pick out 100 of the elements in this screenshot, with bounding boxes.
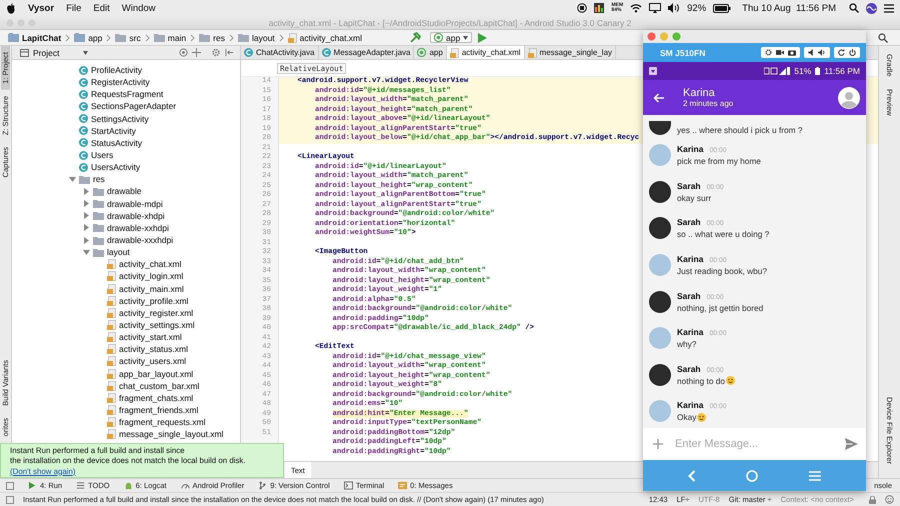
collapsed-arrow-icon[interactable] xyxy=(82,188,90,195)
tree-item[interactable]: StatusActivity xyxy=(91,138,142,148)
battery-icon[interactable] xyxy=(713,4,732,12)
tree-item[interactable]: RequestsFragment xyxy=(91,89,164,100)
back-arrow-icon[interactable] xyxy=(653,92,664,102)
power-icon[interactable] xyxy=(849,49,856,56)
collapsed-arrow-icon[interactable] xyxy=(82,224,90,232)
display-icon[interactable] xyxy=(649,3,662,13)
home-icon[interactable] xyxy=(746,470,758,482)
breadcrumb-item[interactable]: src xyxy=(129,32,141,42)
tree-item[interactable]: activity_settings.xml xyxy=(119,320,195,330)
tree-item[interactable]: drawable-xhdpi xyxy=(107,210,165,221)
tree-item[interactable]: fragment_friends.xml xyxy=(119,405,198,415)
tree-item[interactable]: drawable-mdpi xyxy=(107,198,163,209)
target-icon[interactable] xyxy=(179,48,188,57)
xml-file-icon xyxy=(107,405,116,415)
tree-item[interactable]: activity_status.xml xyxy=(119,344,188,354)
tree-item[interactable]: message_single_layout.xml xyxy=(119,429,224,440)
window-title: activity_chat.xml - LapitChat - [~/AndroidStudioProjects/LapitChat] - Android Studio 3.0 Canary 2 xyxy=(268,18,632,28)
caret-icon[interactable] xyxy=(83,50,88,54)
hammer-icon[interactable] xyxy=(410,32,422,43)
device-name: SM J510FN xyxy=(660,48,706,58)
panel-title[interactable]: Project xyxy=(33,48,60,58)
tree-item[interactable]: activity_profile.xml xyxy=(119,296,188,306)
menu-item[interactable]: Window xyxy=(122,2,156,14)
tree-item[interactable]: Users xyxy=(91,150,114,160)
back-icon[interactable] xyxy=(688,470,696,482)
breadcrumb-item[interactable]: main xyxy=(168,32,186,42)
tree-item[interactable]: activity_login.xml xyxy=(119,271,184,282)
collapse-icon[interactable] xyxy=(225,48,234,57)
camera-icon[interactable] xyxy=(788,49,796,56)
plus-icon[interactable] xyxy=(653,439,663,449)
breadcrumb-item[interactable]: app xyxy=(88,32,102,42)
tree-item[interactable]: app_bar_layout.xml xyxy=(119,368,194,379)
volume-up-icon[interactable] xyxy=(818,49,826,56)
expanded-arrow-icon[interactable] xyxy=(82,248,90,256)
tree-item[interactable]: drawable-xxxhdpi xyxy=(107,235,174,246)
menu-item[interactable]: Edit xyxy=(93,2,110,14)
record-icon[interactable] xyxy=(577,3,588,13)
chevron-icon xyxy=(228,34,234,42)
search-icon[interactable] xyxy=(849,3,859,13)
tree-item[interactable]: layout xyxy=(107,247,130,258)
window-controls-icon[interactable] xyxy=(647,32,681,41)
gear-icon[interactable] xyxy=(765,49,772,56)
tree-item[interactable]: StartActivity xyxy=(91,126,136,136)
tree-item[interactable]: drawable-xxhdpi xyxy=(107,222,169,233)
tree-item[interactable]: fragment_chats.xml xyxy=(119,392,194,403)
xml-file-icon xyxy=(107,271,116,282)
tree-item[interactable]: UsersActivity xyxy=(91,162,140,172)
run-config-dropdown[interactable]: app xyxy=(430,32,472,43)
video-camera-icon[interactable] xyxy=(776,49,784,56)
rotate-icon[interactable] xyxy=(838,49,845,56)
tree-item[interactable]: activity_register.xml xyxy=(119,308,194,318)
terminal-icon xyxy=(344,481,353,490)
tree-item[interactable]: chat_custom_bar.xml xyxy=(119,380,200,391)
chevron-icon xyxy=(65,34,70,42)
tree-item[interactable]: fragment_requests.xml xyxy=(119,417,206,428)
tree-item[interactable]: activity_main.xml xyxy=(119,284,184,294)
editor-tab[interactable]: app xyxy=(414,46,447,59)
volume-down-icon[interactable] xyxy=(808,49,814,56)
sender-name: Karina xyxy=(677,400,704,410)
wifi-icon[interactable] xyxy=(630,3,642,13)
sender-name: Sarah xyxy=(677,290,701,301)
tree-item[interactable]: SettingsActivity xyxy=(91,114,149,124)
signal-icon xyxy=(764,67,790,75)
face-icon[interactable] xyxy=(885,495,894,504)
siri-icon[interactable] xyxy=(866,2,877,14)
clock[interactable]: Thu 10 Aug 11:56 PM xyxy=(742,2,836,14)
tree-item[interactable]: RegisterActivity xyxy=(91,77,150,88)
gauge-icon xyxy=(180,481,190,490)
breadcrumb-item[interactable]: LapitChat xyxy=(22,32,62,42)
expanded-arrow-icon[interactable] xyxy=(68,176,76,183)
breadcrumb-item[interactable]: layout xyxy=(252,32,275,42)
breadcrumb-item[interactable]: activity_chat.xml xyxy=(300,32,362,42)
tree-item[interactable]: drawable xyxy=(107,186,142,196)
menu-item[interactable]: Vysor xyxy=(28,2,54,14)
tree-item[interactable]: activity_start.xml xyxy=(119,332,182,342)
lock-icon[interactable] xyxy=(869,496,876,504)
editor-tab[interactable]: ChatActivity.java xyxy=(241,46,319,59)
tree-item[interactable]: activity_chat.xml xyxy=(119,259,182,270)
menu-icon[interactable] xyxy=(808,470,821,480)
breadcrumb-item[interactable]: res xyxy=(213,32,225,42)
module-icon xyxy=(74,33,86,42)
tree-item[interactable]: ProfileActivity xyxy=(91,65,142,76)
editor-tab[interactable]: activity_chat.xml xyxy=(446,46,525,59)
search-icon[interactable] xyxy=(878,32,888,42)
collapsed-arrow-icon[interactable] xyxy=(82,200,90,208)
tree-item[interactable]: activity_users.xml xyxy=(119,356,186,366)
collapsed-arrow-icon[interactable] xyxy=(82,236,90,244)
menu-item[interactable]: File xyxy=(66,2,82,14)
list-icon[interactable] xyxy=(884,4,894,12)
tree-item[interactable]: res xyxy=(93,174,105,184)
bar-chart-icon[interactable] xyxy=(594,3,604,13)
volume-icon[interactable] xyxy=(668,3,680,13)
split-icon[interactable] xyxy=(192,48,201,57)
collapsed-arrow-icon[interactable] xyxy=(82,212,90,220)
run-icon[interactable] xyxy=(478,32,488,42)
message-text: pick me from my home xyxy=(677,156,761,166)
tree-item[interactable]: SectionsPagerAdapter xyxy=(91,101,176,112)
send-icon[interactable] xyxy=(845,438,858,450)
